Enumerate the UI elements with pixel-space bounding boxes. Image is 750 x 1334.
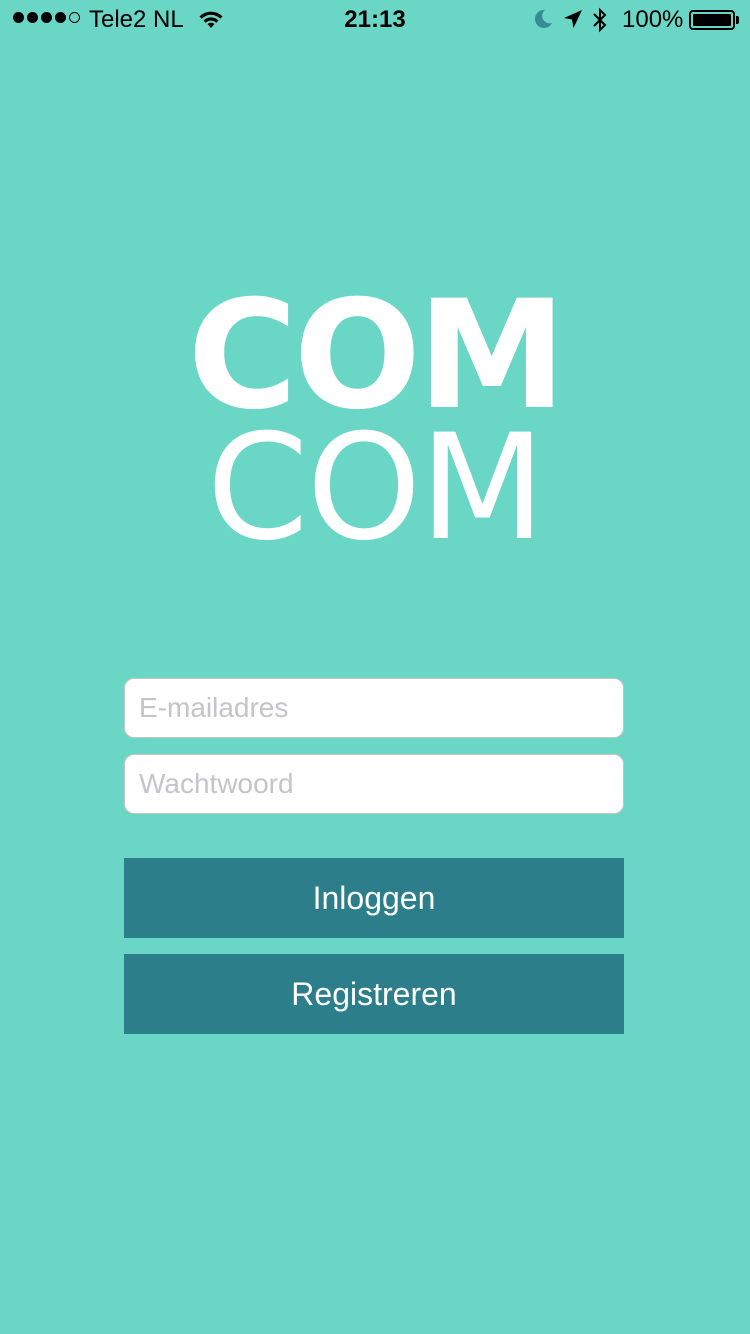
email-field[interactable] [124, 678, 624, 738]
password-field[interactable] [124, 754, 624, 814]
register-button[interactable]: Registreren [124, 954, 624, 1034]
login-button[interactable]: Inloggen [124, 858, 624, 938]
app-logo: COM COM [0, 281, 750, 573]
bluetooth-icon [591, 7, 609, 40]
logo-line-light: COM [206, 403, 546, 573]
battery-percentage: 100% [622, 6, 684, 33]
battery-icon [689, 10, 739, 30]
moon-icon [532, 8, 554, 37]
status-bar: Tele2 NL 21:13 100% [0, 0, 750, 40]
location-arrow-icon [562, 8, 584, 37]
